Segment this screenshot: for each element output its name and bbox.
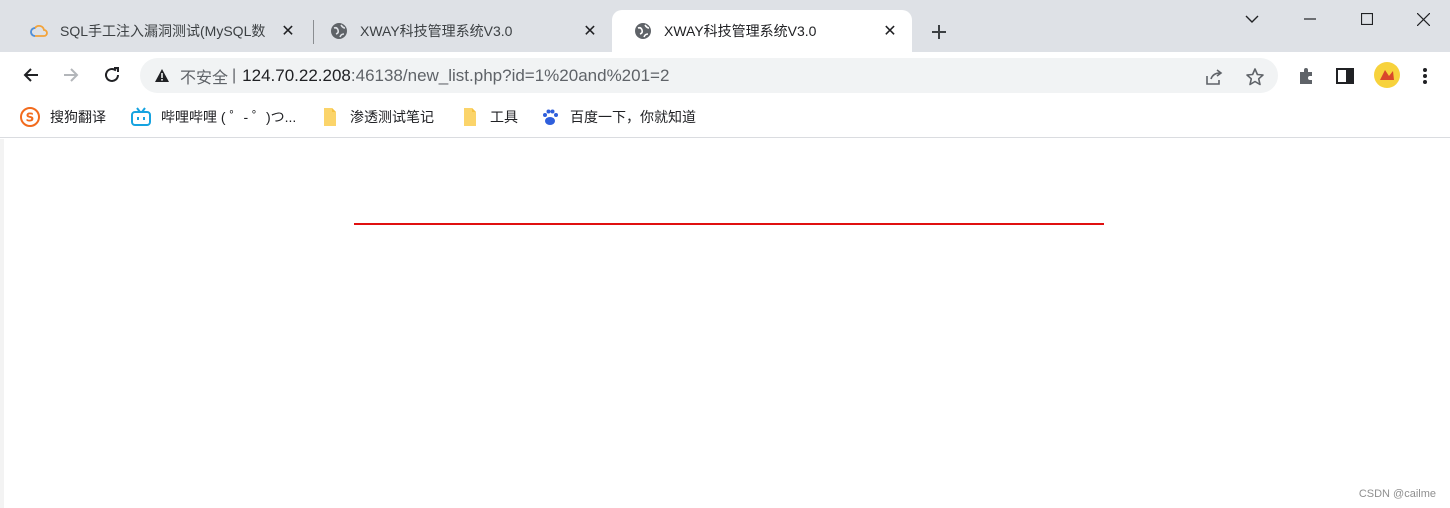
share-icon[interactable] (1202, 65, 1226, 89)
tab-title: XWAY科技管理系统V3.0 (664, 23, 817, 39)
reload-icon (105, 67, 119, 82)
close-icon[interactable]: ✕ (878, 19, 902, 43)
url-path: :46138/new_list.php?id=1%20and%201=2 (350, 65, 670, 85)
tab-xway-active[interactable]: XWAY科技管理系统V3.0 ✕ (612, 10, 912, 52)
address-bar[interactable]: 不安全 | 124.70.22.208:46138/new_list.php?i… (140, 58, 1278, 93)
new-tab-button[interactable] (925, 18, 953, 46)
csdn-watermark: CSDN @cailme (1358, 488, 1436, 500)
left-edge (0, 139, 4, 508)
warning-icon[interactable] (154, 68, 170, 84)
minimize-button[interactable] (1282, 0, 1338, 38)
bookmark-label: 百度一下，你就知道 (570, 109, 696, 125)
maximize-button[interactable] (1339, 0, 1395, 38)
globe-icon (634, 22, 652, 40)
folder-icon (320, 107, 340, 127)
globe-icon (330, 22, 348, 40)
close-window-button[interactable] (1395, 0, 1450, 38)
bookmark-item[interactable]: 百度一下，你就知道 (540, 106, 696, 128)
forward-button[interactable] (56, 60, 86, 90)
arrow-right-icon (64, 68, 79, 82)
bookmark-label: 工具 (490, 109, 518, 125)
tab-search-button[interactable] (1224, 0, 1280, 38)
baidu-paw-icon (540, 107, 560, 127)
bookmark-folder[interactable]: 工具 (460, 106, 518, 128)
bookmarks-bar: S 搜狗翻译 哔哩哔哩 ( ゜- ゜)つ... 渗透测试笔记 工具 百度一下，你… (0, 98, 1450, 138)
red-divider-line (354, 223, 1104, 225)
menu-kebab-icon[interactable] (1414, 65, 1436, 87)
bookmark-item[interactable]: 哔哩哔哩 ( ゜- ゜)つ... (131, 106, 296, 128)
reload-button[interactable] (97, 60, 127, 90)
tab-xway-1[interactable]: XWAY科技管理系统V3.0 ✕ (308, 10, 612, 52)
extensions-puzzle-icon[interactable] (1295, 65, 1317, 87)
page-content: CSDN @cailme (0, 139, 1450, 508)
tab-sql-injection[interactable]: SQL手工注入漏洞测试(MySQL数 ✕ (8, 10, 310, 52)
bookmark-star-icon[interactable] (1243, 65, 1267, 89)
folder-icon (460, 107, 480, 127)
omnibox-separator: | (232, 66, 237, 84)
bookmark-label: 哔哩哔哩 ( ゜- ゜)つ... (161, 109, 297, 125)
svg-text:S: S (26, 111, 35, 125)
arrow-left-icon (23, 68, 38, 82)
sogou-icon: S (20, 107, 40, 127)
bookmark-label: 搜狗翻译 (50, 109, 106, 125)
side-panel-icon[interactable] (1334, 65, 1356, 87)
profile-avatar[interactable] (1374, 62, 1400, 88)
close-icon[interactable]: ✕ (276, 19, 300, 43)
url-host: 124.70.22.208 (242, 65, 351, 85)
bookmark-label: 渗透测试笔记 (350, 109, 434, 125)
not-secure-label[interactable]: 不安全 (180, 64, 228, 88)
bilibili-icon (131, 107, 151, 127)
tab-title: XWAY科技管理系统V3.0 (360, 23, 513, 39)
bookmark-folder[interactable]: 渗透测试笔记 (320, 106, 434, 128)
toolbar: 不安全 | 124.70.22.208:46138/new_list.php?i… (0, 52, 1450, 98)
back-button[interactable] (16, 60, 46, 90)
close-icon[interactable]: ✕ (578, 19, 602, 43)
cloud-icon (30, 22, 48, 40)
tab-strip: SQL手工注入漏洞测试(MySQL数 ✕ XWAY科技管理系统V3.0 ✕ XW… (0, 0, 1450, 52)
bookmark-item[interactable]: S 搜狗翻译 (20, 106, 106, 128)
tab-title: SQL手工注入漏洞测试(MySQL数 (60, 23, 266, 39)
